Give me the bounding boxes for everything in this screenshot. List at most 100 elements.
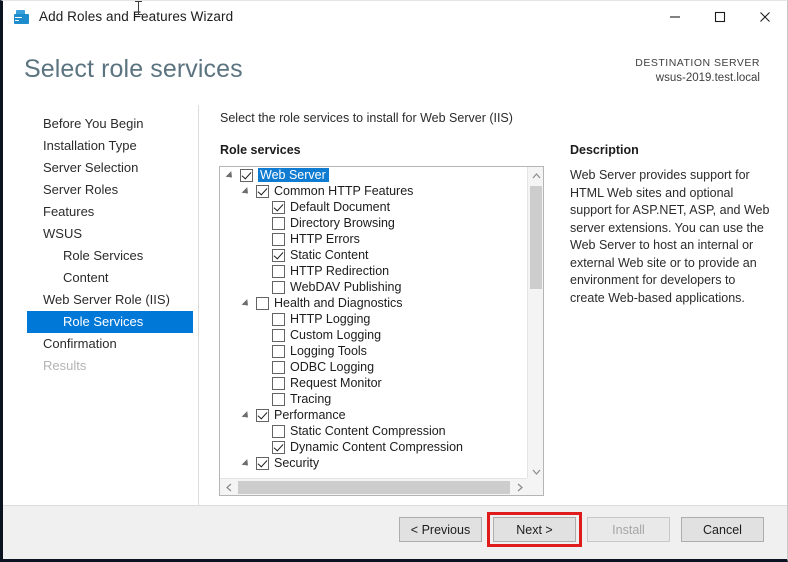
nav-divider bbox=[198, 105, 199, 511]
previous-button-wrapper: < Previous bbox=[399, 517, 482, 542]
next-button-wrapper: Next > bbox=[487, 512, 582, 547]
checkbox-icon[interactable] bbox=[272, 280, 285, 294]
tree-item-label: Static Content Compression bbox=[290, 424, 446, 438]
minimize-icon[interactable] bbox=[652, 1, 697, 32]
tree-item-label: Tracing bbox=[290, 392, 332, 406]
sidebar-item-wsus[interactable]: WSUS bbox=[27, 223, 199, 245]
sidebar-item-results: Results bbox=[43, 358, 87, 373]
checkbox-icon[interactable] bbox=[272, 344, 285, 358]
expander-collapse-icon[interactable] bbox=[240, 407, 256, 423]
scroll-right-icon[interactable] bbox=[511, 479, 528, 495]
vertical-scrollbar-thumb[interactable] bbox=[530, 186, 542, 289]
tree-item-label: Health and Diagnostics bbox=[274, 296, 403, 310]
checkbox-icon[interactable] bbox=[272, 264, 285, 278]
checkbox-icon[interactable] bbox=[272, 440, 285, 454]
maximize-icon[interactable] bbox=[697, 1, 742, 32]
sidebar-item-content[interactable]: Content bbox=[27, 267, 199, 289]
wizard-navigation: Before You Begin Installation Type Server … bbox=[27, 113, 199, 377]
checkbox-icon[interactable] bbox=[272, 200, 285, 214]
tree-row[interactable]: HTTP Errors bbox=[220, 231, 528, 247]
checkbox-icon[interactable] bbox=[272, 376, 285, 390]
expander-collapse-icon[interactable] bbox=[240, 183, 256, 199]
tree-horizontal-scrollbar[interactable] bbox=[220, 478, 528, 495]
role-services-label: Role services bbox=[220, 143, 301, 157]
tree-vertical-scrollbar[interactable] bbox=[527, 167, 543, 480]
next-button[interactable]: Next > bbox=[493, 517, 576, 542]
checkbox-icon[interactable] bbox=[256, 184, 269, 198]
page-title: Select role services bbox=[24, 55, 243, 83]
checkbox-icon[interactable] bbox=[256, 456, 269, 470]
tree-item-label: WebDAV Publishing bbox=[290, 280, 402, 294]
expander-collapse-icon[interactable] bbox=[224, 167, 240, 183]
checkbox-icon[interactable] bbox=[272, 392, 285, 406]
checkbox-icon[interactable] bbox=[272, 232, 285, 246]
sidebar-item-before-you-begin[interactable]: Before You Begin bbox=[27, 113, 199, 135]
checkbox-icon[interactable] bbox=[256, 296, 269, 310]
tree-row[interactable]: Health and Diagnostics bbox=[220, 295, 528, 311]
tree-row[interactable]: Static Content Compression bbox=[220, 423, 528, 439]
tree-row[interactable]: Default Document bbox=[220, 199, 528, 215]
destination-server-label: DESTINATION SERVER bbox=[635, 57, 760, 69]
tree-row[interactable]: Security bbox=[220, 455, 528, 471]
tree-row[interactable]: Static Content bbox=[220, 247, 528, 263]
tree-row[interactable]: Tracing bbox=[220, 391, 528, 407]
window-title: Add Roles and Features Wizard bbox=[39, 9, 234, 24]
checkbox-icon[interactable] bbox=[256, 408, 269, 422]
expander-collapse-icon[interactable] bbox=[240, 455, 256, 471]
tree-item-label: Security bbox=[274, 456, 320, 470]
checkbox-icon[interactable] bbox=[272, 248, 285, 262]
checkbox-icon[interactable] bbox=[272, 216, 285, 230]
sidebar-item-role-services[interactable]: Role Services bbox=[27, 245, 199, 267]
checkbox-icon[interactable] bbox=[272, 312, 285, 326]
role-services-tree-panel: Web Server Common HTTP Features Default Do… bbox=[219, 166, 544, 496]
tree-row[interactable]: Dynamic Content Compression bbox=[220, 439, 528, 455]
server-wizard-icon bbox=[13, 9, 30, 25]
tree-item-label: Logging Tools bbox=[290, 344, 367, 358]
cancel-button[interactable]: Cancel bbox=[681, 517, 764, 542]
tree-item-label: Custom Logging bbox=[290, 328, 382, 342]
sidebar-item-role-services[interactable]: Role Services bbox=[27, 311, 193, 333]
horizontal-scrollbar-thumb[interactable] bbox=[238, 480, 510, 494]
checkbox-icon[interactable] bbox=[272, 360, 285, 374]
tree-row[interactable]: ODBC Logging bbox=[220, 359, 528, 375]
tree-row[interactable]: Performance bbox=[220, 407, 528, 423]
sidebar-item-features[interactable]: Features bbox=[27, 201, 199, 223]
tree-row[interactable]: Common HTTP Features bbox=[220, 183, 528, 199]
sidebar-item-web-server-role-iis[interactable]: Web Server Role (IIS) bbox=[27, 289, 199, 311]
title-bar: Add Roles and Features Wizard bbox=[3, 1, 787, 32]
tree-row[interactable]: HTTP Redirection bbox=[220, 263, 528, 279]
footer-bar: < Previous Next > Install Cancel bbox=[3, 505, 787, 559]
scroll-left-icon[interactable] bbox=[220, 479, 237, 495]
destination-server-value: wsus-2019.test.local bbox=[655, 72, 760, 84]
previous-button[interactable]: < Previous bbox=[399, 517, 482, 542]
sidebar-item-server-roles[interactable]: Server Roles bbox=[27, 179, 199, 201]
tree-row[interactable]: Custom Logging bbox=[220, 327, 528, 343]
checkbox-icon[interactable] bbox=[240, 168, 253, 182]
checkbox-icon[interactable] bbox=[272, 424, 285, 438]
tree-item-label: Directory Browsing bbox=[290, 216, 395, 230]
sidebar-item-confirmation[interactable]: Confirmation bbox=[27, 333, 199, 355]
wizard-button-bar: < Previous Next > Install Cancel bbox=[399, 512, 764, 547]
sidebar-item-installation-type[interactable]: Installation Type bbox=[27, 135, 199, 157]
scroll-up-icon[interactable] bbox=[528, 167, 543, 184]
close-icon[interactable] bbox=[742, 1, 787, 32]
sidebar-item-server-selection[interactable]: Server Selection bbox=[27, 157, 199, 179]
checkbox-icon[interactable] bbox=[272, 328, 285, 342]
tree-row[interactable]: Web Server bbox=[220, 167, 528, 183]
expander-collapse-icon[interactable] bbox=[240, 295, 256, 311]
tree-row[interactable]: Request Monitor bbox=[220, 375, 528, 391]
role-services-tree[interactable]: Web Server Common HTTP Features Default Do… bbox=[220, 167, 528, 480]
tree-row[interactable]: HTTP Logging bbox=[220, 311, 528, 327]
tree-row[interactable]: Directory Browsing bbox=[220, 215, 528, 231]
tree-row[interactable]: Logging Tools bbox=[220, 343, 528, 359]
tree-item-label: HTTP Logging bbox=[290, 312, 371, 326]
tree-row[interactable]: WebDAV Publishing bbox=[220, 279, 528, 295]
